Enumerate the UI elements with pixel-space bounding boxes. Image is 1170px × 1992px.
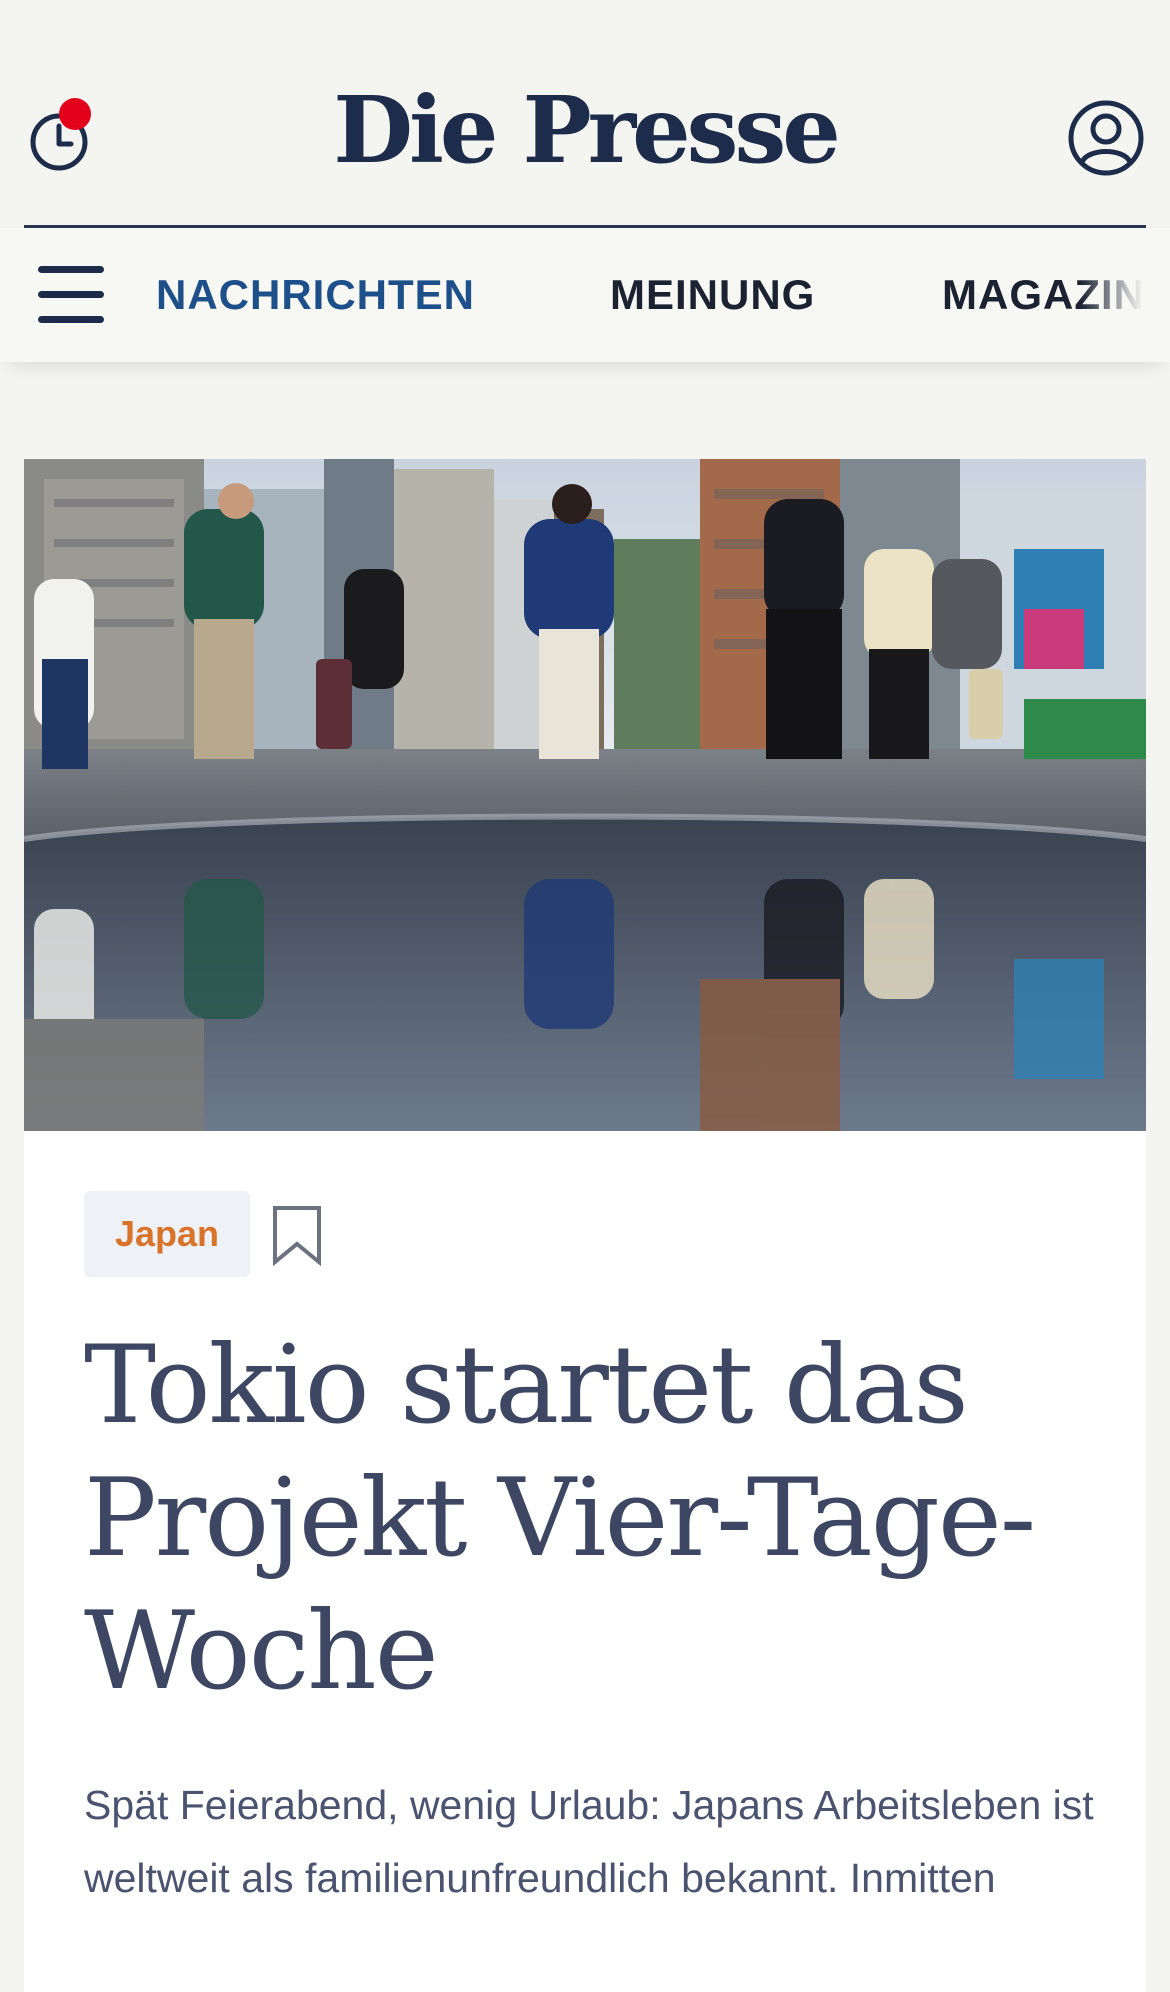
bookmark-button[interactable]	[271, 1204, 323, 1267]
nav-scroll-fade	[1080, 228, 1170, 362]
user-icon	[1068, 100, 1144, 176]
hamburger-icon[interactable]	[38, 266, 106, 324]
site-logo[interactable]: Die Presse	[0, 80, 1170, 180]
article-lead: Spät Feierabend, wenig Urlaub: Japans Ar…	[84, 1782, 1094, 1901]
section-nav: NACHRICHTEN MEINUNG MAGAZIN	[0, 228, 1170, 362]
topic-tag[interactable]: Japan	[84, 1191, 250, 1277]
page: Die Presse NACHRICHTEN MEINUNG MAGAZIN J…	[0, 0, 1170, 1992]
account-button[interactable]	[1066, 98, 1146, 178]
article-card[interactable]: Japan Tokio startet das Projekt Vier-Tag…	[24, 459, 1146, 1992]
nav-item-nachrichten[interactable]: NACHRICHTEN	[156, 268, 475, 322]
article-headline[interactable]: Tokio startet das Projekt Vier-Tage- Woc…	[84, 1319, 1084, 1718]
bookmark-icon	[273, 1206, 321, 1267]
nav-item-meinung[interactable]: MEINUNG	[610, 268, 815, 322]
hero-photo	[24, 459, 1146, 1131]
site-header: Die Presse	[0, 0, 1170, 228]
hero-image[interactable]	[24, 459, 1146, 1131]
